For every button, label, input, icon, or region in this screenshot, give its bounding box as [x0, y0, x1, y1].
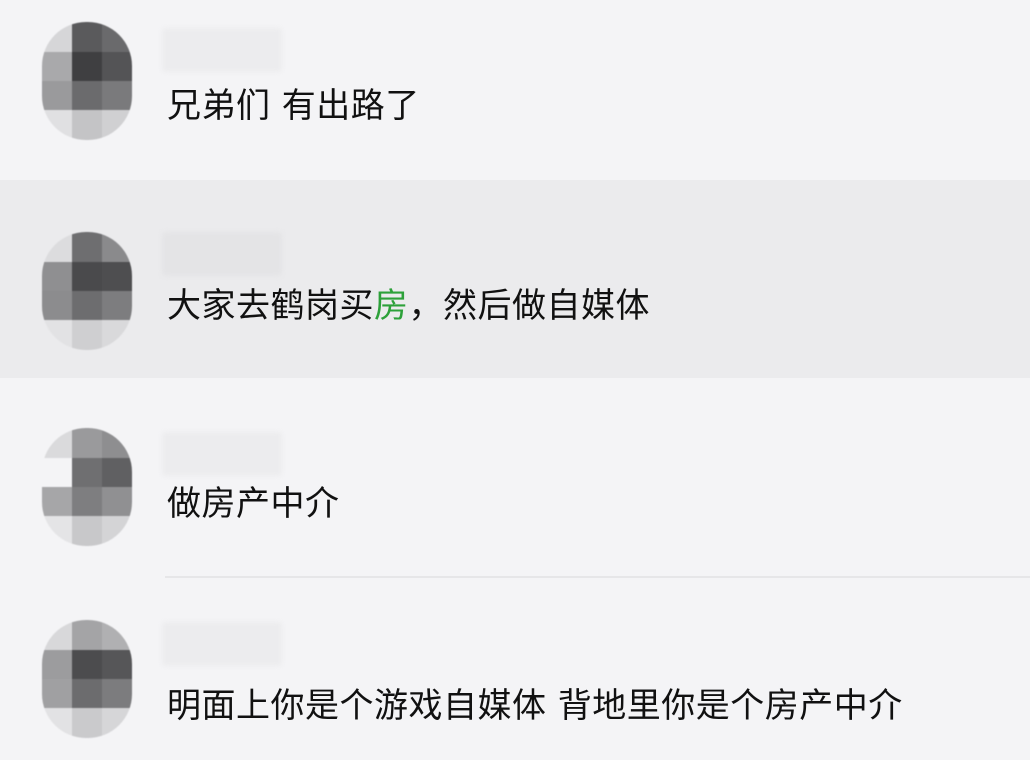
comment-item: 明面上你是个游戏自媒体 背地里你是个房产中介 [0, 580, 1030, 760]
avatar[interactable] [42, 428, 132, 546]
comment-item: 兄弟们 有出路了 [0, 0, 1030, 180]
username-blurred[interactable] [162, 622, 282, 666]
comment-text: 兄弟们 有出路了 [167, 86, 420, 126]
divider [165, 576, 1030, 578]
avatar[interactable] [42, 620, 132, 738]
highlighted-keyword-link[interactable]: 房 [374, 286, 409, 326]
avatar[interactable] [42, 232, 132, 350]
username-blurred[interactable] [162, 28, 282, 72]
avatar[interactable] [42, 22, 132, 140]
comment-item: 大家去鹤岗买房，然后做自媒体 [0, 180, 1030, 378]
comment-text-part: ，然后做自媒体 [408, 286, 650, 326]
comment-text: 大家去鹤岗买房，然后做自媒体 [167, 286, 650, 326]
comment-text: 做房产中介 [167, 484, 340, 524]
comment-text: 明面上你是个游戏自媒体 背地里你是个房产中介 [167, 686, 903, 726]
username-blurred[interactable] [162, 232, 282, 276]
username-blurred[interactable] [162, 432, 282, 476]
comment-item: 做房产中介 [0, 378, 1030, 578]
comment-text-part: 大家去鹤岗买 [167, 286, 374, 326]
